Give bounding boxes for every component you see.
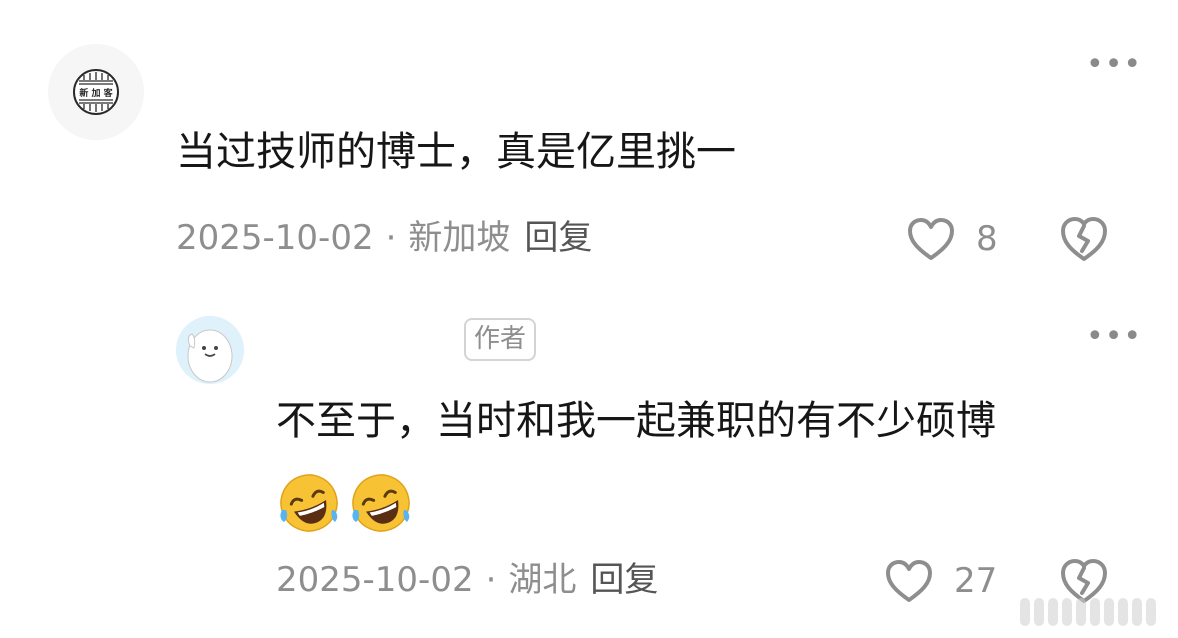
more-options-button[interactable]: •••: [1086, 50, 1142, 80]
comment-thread: 新 加 客 ••• 当过技师的博士，真是亿里挑一 2025-10-02 · 新加…: [0, 0, 1178, 638]
watermark: [1020, 598, 1156, 626]
avatar-character-icon: [176, 316, 244, 384]
broken-heart-icon: [1061, 217, 1107, 261]
reply-button[interactable]: 回复: [524, 221, 592, 255]
comment-meta: 2025-10-02 · 新加坡 回复: [176, 221, 592, 255]
comment-text: 当过技师的博士，真是亿里挑一: [176, 129, 736, 175]
meta-separator: ·: [385, 218, 397, 258]
rofl-emoji-icon: [352, 474, 410, 532]
user-avatar[interactable]: 新 加 客: [48, 44, 144, 140]
reply-button[interactable]: 回复: [590, 563, 658, 597]
more-options-button[interactable]: •••: [1086, 322, 1142, 352]
comment-meta: 2025-10-02 · 湖北 回复: [276, 563, 658, 597]
comment-location: 新加坡: [408, 218, 511, 258]
author-badge: 作者: [464, 318, 537, 362]
comment-text: 不至于，当时和我一起兼职的有不少硕博: [276, 398, 996, 444]
rofl-emoji-icon: [280, 474, 338, 532]
meta-separator: ·: [485, 560, 497, 600]
svg-text:新 加 客: 新 加 客: [79, 87, 113, 99]
emoji-row: [276, 470, 414, 536]
like-button[interactable]: 8: [906, 216, 998, 262]
heart-icon: [908, 218, 954, 260]
dislike-button[interactable]: [1058, 214, 1110, 268]
heart-icon: [886, 560, 932, 602]
like-count: 27: [954, 561, 998, 601]
comment-date: 2025-10-02: [276, 560, 474, 600]
user-avatar[interactable]: [176, 316, 244, 384]
like-count: 8: [976, 219, 998, 259]
comment-date: 2025-10-02: [176, 218, 374, 258]
like-button[interactable]: 27: [884, 558, 997, 604]
comment-location: 湖北: [508, 560, 577, 600]
newsite-logo-icon: 新 加 客: [48, 44, 144, 140]
